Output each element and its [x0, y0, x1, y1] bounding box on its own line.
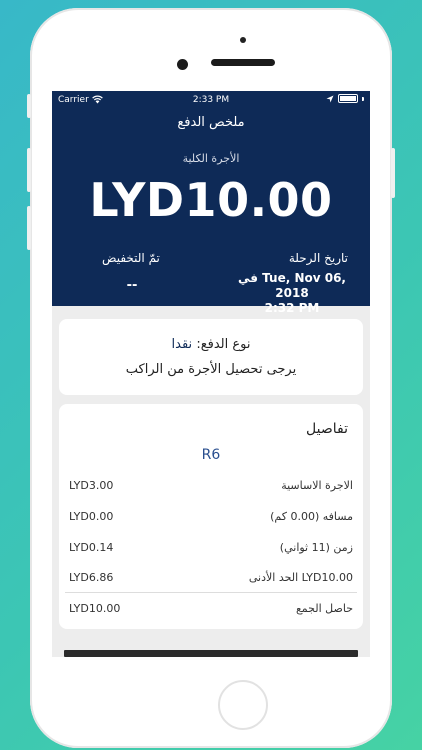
fare-row-value: LYD3.00: [69, 479, 114, 492]
total-fare-amount: LYD10.00: [89, 173, 333, 227]
location-arrow-icon: [326, 95, 334, 102]
status-bar: Carrier 2:33 PM: [52, 91, 370, 109]
payment-type-label: نوع الدفع:: [196, 337, 251, 352]
route-code: R6: [201, 447, 221, 463]
fare-row-label: الاجرة الاساسية: [281, 479, 353, 492]
bottom-action-bar[interactable]: [64, 650, 358, 657]
earpiece-speaker: [211, 59, 275, 66]
front-camera: [177, 59, 188, 70]
status-right: [326, 94, 364, 103]
trip-date-label: تاريخ الرحلة: [288, 251, 348, 265]
fare-row-label: الحد الأدنى LYD10.00: [248, 571, 353, 584]
fare-row-value: LYD6.86: [69, 571, 114, 584]
fare-row-distance: LYD0.00 مسافه (0.00 كم): [69, 510, 353, 524]
payment-type-value: نقدا: [171, 337, 193, 352]
power-button: [391, 148, 395, 198]
fare-row-value: LYD0.14: [69, 541, 114, 554]
home-button[interactable]: [218, 680, 268, 730]
fare-row-label: زمن (11 ثواني): [279, 541, 353, 554]
payment-summary-header: Carrier 2:33 PM ملخص الدفع الأجرة الكلية…: [52, 91, 370, 315]
discount-label: تمّ التخفيض: [102, 251, 160, 265]
battery-tip: [362, 96, 364, 101]
fare-row-minimum: LYD6.86 الحد الأدنى LYD10.00: [69, 571, 353, 585]
total-fare-label: الأجرة الكلية: [182, 152, 240, 165]
trip-date-value: في Tue, Nov 06, 2018 2:32 PM: [222, 271, 362, 316]
trip-date-line1: في Tue, Nov 06, 2018: [237, 271, 346, 300]
status-time: 2:33 PM: [192, 95, 230, 105]
fare-details-card: تفاصيل R6 LYD3.00 الاجرة الاساسية LYD0.0…: [59, 404, 363, 629]
collect-fare-instruction: يرجى تحصيل الأجرة من الراكب: [125, 362, 297, 377]
sensor-dot: [240, 37, 246, 43]
mute-switch: [27, 94, 31, 118]
fare-row-label: حاصل الجمع: [295, 602, 353, 615]
payment-type-card: نوع الدفع: نقدا يرجى تحصيل الأجرة من الر…: [59, 319, 363, 395]
app-screen: Carrier 2:33 PM ملخص الدفع الأجرة الكلية…: [52, 91, 370, 657]
fare-row-base: LYD3.00 الاجرة الاساسية: [69, 479, 353, 493]
volume-down-button: [27, 206, 31, 250]
page-title: ملخص الدفع: [177, 115, 245, 130]
fare-row-value: LYD0.00: [69, 510, 114, 523]
discount-value: --: [126, 278, 138, 293]
fare-row-time: LYD0.14 زمن (11 ثواني): [69, 541, 353, 555]
details-title: تفاصيل: [306, 421, 348, 437]
total-divider: [65, 592, 357, 593]
volume-up-button: [27, 148, 31, 192]
battery-icon: [338, 94, 358, 103]
trip-date-line2: 2:32 PM: [264, 301, 320, 315]
fare-row-total: LYD10.00 حاصل الجمع: [69, 602, 353, 616]
payment-type-line: نوع الدفع: نقدا: [59, 337, 363, 352]
fare-row-label: مسافه (0.00 كم): [270, 510, 353, 523]
fare-row-value: LYD10.00: [69, 602, 121, 615]
